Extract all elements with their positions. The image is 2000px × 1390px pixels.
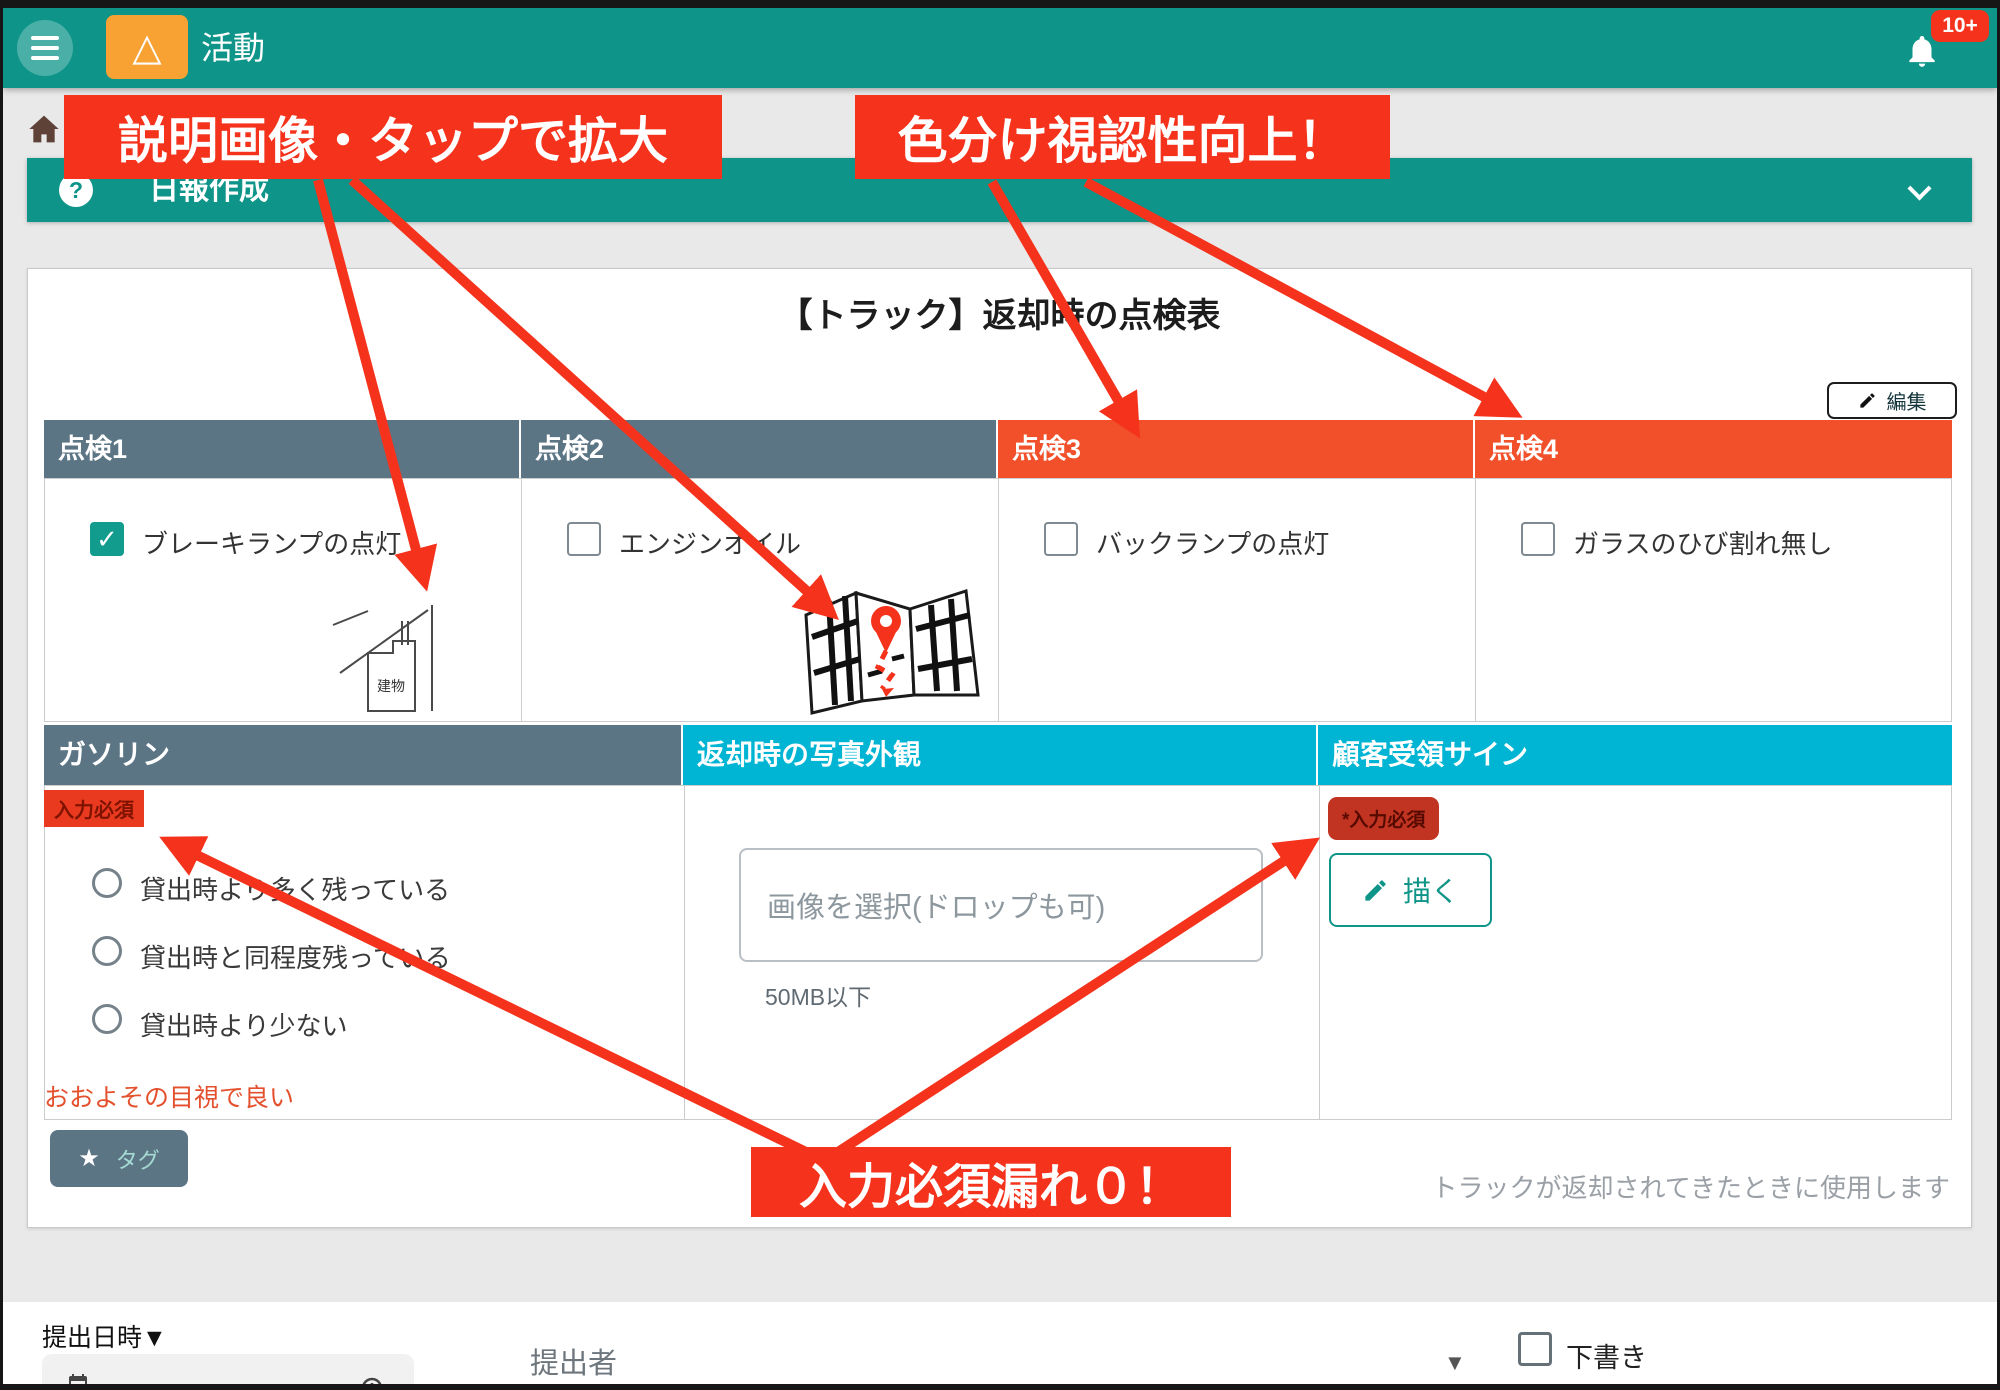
draw-button[interactable]: 描く xyxy=(1329,853,1492,927)
app-title: 活動 xyxy=(201,8,265,88)
pencil-icon xyxy=(1858,391,1877,410)
gasoline-header: ガソリン xyxy=(44,725,683,785)
edit-button-label: 編集 xyxy=(1887,386,1927,415)
app-logo[interactable]: △ xyxy=(106,15,188,79)
photo-header: 返却時の写真外観 xyxy=(683,725,1318,785)
pencil-icon xyxy=(1362,877,1389,904)
inspection-header-3: 点検3 xyxy=(998,420,1475,478)
site-plan-image[interactable]: 建物 xyxy=(328,593,480,720)
checkbox-engine-oil[interactable] xyxy=(567,522,601,556)
annotation-banner-top-left: 説明画像・タップで拡大 xyxy=(64,95,722,179)
gasoline-note: おおよその目視で良い xyxy=(44,1078,294,1114)
checkbox-label-brake-lamp: ブレーキランプの点灯 xyxy=(142,524,401,561)
annotation-banner-top-right: 色分け視認性向上！ xyxy=(855,95,1390,179)
required-badge-gasoline: 入力必須 xyxy=(44,790,144,827)
menu-button[interactable] xyxy=(17,20,73,76)
window-frame-left xyxy=(0,0,3,1390)
checkbox-brake-lamp[interactable]: ✓ xyxy=(90,522,124,556)
map-image[interactable] xyxy=(798,583,988,718)
annotation-banner-bottom: 入力必須漏れ０！ xyxy=(751,1147,1231,1217)
draft-checkbox[interactable] xyxy=(1518,1332,1552,1366)
radio-label-fuel-less: 貸出時より少ない xyxy=(140,1006,347,1043)
checkbox-glass-crack[interactable] xyxy=(1521,522,1555,556)
form-title: 【トラック】返却時の点検表 xyxy=(27,288,1972,337)
window-frame-bottom xyxy=(0,1384,2000,1390)
triangle-icon: △ xyxy=(132,25,161,70)
checkbox-label-engine-oil: エンジンオイル xyxy=(619,524,801,561)
site-plan-label: 建物 xyxy=(377,678,405,694)
image-upload-box[interactable]: 画像を選択(ドロップも可) xyxy=(739,848,1263,962)
home-icon[interactable] xyxy=(28,114,60,144)
submitter-label: 提出者 xyxy=(530,1340,617,1382)
radio-fuel-same[interactable] xyxy=(92,936,122,966)
radio-label-fuel-more: 貸出時より多く残っている xyxy=(140,870,450,907)
checkbox-back-lamp[interactable] xyxy=(1044,522,1078,556)
draft-checkbox-label: 下書き xyxy=(1566,1336,1647,1375)
window-frame-top xyxy=(0,0,2000,8)
notification-badge: 10+ xyxy=(1931,10,1989,42)
tag-button[interactable]: ★ タグ xyxy=(50,1130,188,1187)
image-upload-placeholder: 画像を選択(ドロップも可) xyxy=(767,884,1105,926)
inspection-header-1: 点検1 xyxy=(44,420,521,478)
checkbox-label-back-lamp: バックランプの点灯 xyxy=(1096,524,1329,561)
chevron-down-icon[interactable] xyxy=(1907,176,1931,200)
dropdown-caret-icon[interactable]: ▼ xyxy=(1444,1350,1466,1376)
radio-fuel-more[interactable] xyxy=(92,868,122,898)
submit-date-sort-label[interactable]: 提出日時▼ xyxy=(42,1318,167,1354)
required-badge-signature: *入力必須 xyxy=(1328,797,1439,840)
page: △ 活動 10+ ? 日報作成 【トラック】返却時の点検表 編集 点検1 点検2… xyxy=(0,0,2000,1390)
checkbox-label-glass-crack: ガラスのひび割れ無し xyxy=(1573,524,1832,561)
upload-size-hint: 50MB以下 xyxy=(765,978,871,1012)
star-icon: ★ xyxy=(78,1144,100,1173)
tag-button-label: タグ xyxy=(116,1143,160,1175)
signature-header: 顧客受領サイン xyxy=(1318,725,1952,785)
app-bar: △ 活動 10+ xyxy=(3,8,1997,88)
inspection-header-4: 点検4 xyxy=(1475,420,1952,478)
draw-button-label: 描く xyxy=(1403,870,1459,910)
radio-fuel-less[interactable] xyxy=(92,1004,122,1034)
edit-button[interactable]: 編集 xyxy=(1827,382,1957,419)
radio-label-fuel-same: 貸出時と同程度残っている xyxy=(140,938,451,975)
inspection-header-2: 点検2 xyxy=(521,420,998,478)
